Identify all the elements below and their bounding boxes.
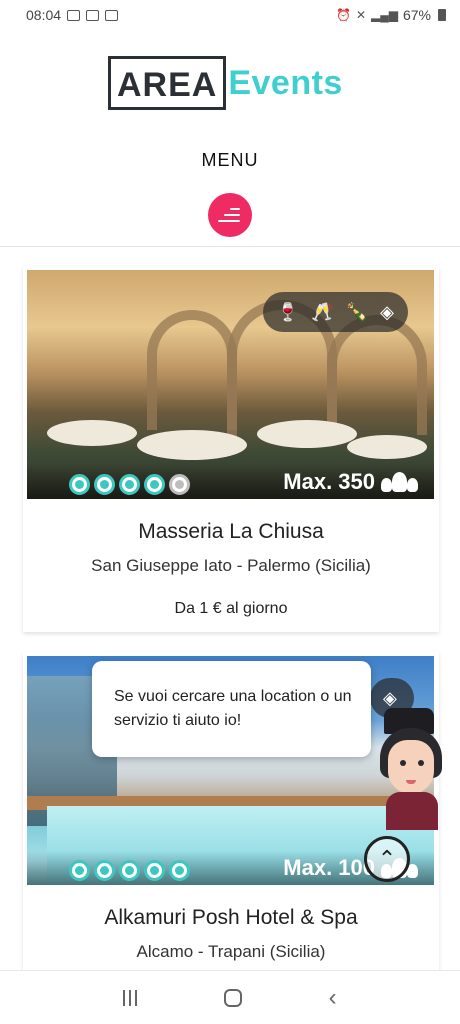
rating-circle-icon bbox=[119, 860, 140, 881]
rating-circle-icon bbox=[144, 474, 165, 495]
diamond-icon: ◈ bbox=[380, 302, 394, 322]
capacity: Max. 350 bbox=[283, 469, 418, 495]
rating-circle-icon bbox=[69, 860, 90, 881]
listing-price: Da 1 € al giorno bbox=[174, 600, 288, 617]
listing-location: San Giuseppe Iato - Palermo (Sicilia) bbox=[91, 556, 371, 575]
logo-area-text: AREA bbox=[108, 56, 227, 110]
menu-label: MENU bbox=[201, 150, 259, 170]
amenities-pill: 🍷 🥂 🍾 ◈ bbox=[262, 292, 408, 332]
rating bbox=[69, 474, 190, 495]
listing-location: Alcamo - Trapani (Sicilia) bbox=[136, 942, 326, 961]
menu-button[interactable] bbox=[208, 193, 252, 237]
battery-percent: 67% bbox=[402, 7, 431, 23]
status-bar: 08:04 ⏰ ✕ ▂▄▆ 67% bbox=[0, 0, 460, 30]
rating bbox=[69, 860, 190, 881]
system-nav-bar: ‹ bbox=[0, 970, 460, 1024]
people-icon bbox=[381, 472, 418, 492]
chat-bubble[interactable]: Se vuoi cercare una location o un serviz… bbox=[92, 661, 371, 757]
header-divider bbox=[0, 246, 460, 247]
rating-circle-icon bbox=[144, 860, 165, 881]
alarm-icon: ⏰ bbox=[335, 8, 351, 22]
gallery-icon bbox=[67, 9, 81, 21]
rating-circle-icon bbox=[169, 860, 190, 881]
rating-circle-icon bbox=[169, 474, 190, 495]
chat-message: Se vuoi cercare una location o un serviz… bbox=[114, 688, 352, 729]
rating-circle-icon bbox=[69, 474, 90, 495]
wine-bottles-icon: 🍾 bbox=[345, 302, 369, 322]
logo-events-text: Events bbox=[228, 63, 343, 102]
venue-photo[interactable]: 🍷 🥂 🍾 ◈ Max. 350 bbox=[27, 270, 434, 499]
capacity-text: Max. 350 bbox=[283, 469, 375, 494]
mail-icon bbox=[86, 9, 100, 21]
recent-apps-button[interactable] bbox=[123, 989, 138, 1006]
wine-glass-icon: 🍷 bbox=[276, 302, 300, 322]
mute-icon: ✕ bbox=[355, 8, 366, 22]
listing-title[interactable]: Masseria La Chiusa bbox=[23, 520, 439, 544]
back-button[interactable]: ‹ bbox=[329, 984, 337, 1012]
listing-card[interactable]: 🍷 🥂 🍾 ◈ Max. 350 Masseria La Chiusa San … bbox=[23, 266, 439, 632]
scroll-to-top-button[interactable]: ⌃ bbox=[364, 836, 410, 882]
battery-icon bbox=[438, 9, 446, 21]
chevron-up-icon: ⌃ bbox=[377, 846, 397, 871]
rating-circle-icon bbox=[94, 474, 115, 495]
capacity-text: Max. 100 bbox=[283, 855, 375, 880]
champagne-glasses-icon: 🥂 bbox=[311, 302, 334, 322]
rating-circle-icon bbox=[94, 860, 115, 881]
home-button[interactable] bbox=[223, 988, 242, 1007]
translate-icon bbox=[105, 9, 119, 21]
rating-circle-icon bbox=[119, 474, 140, 495]
brand-logo[interactable]: AREA Events bbox=[108, 56, 343, 110]
listing-title[interactable]: Alkamuri Posh Hotel & Spa bbox=[23, 906, 439, 930]
clock: 08:04 bbox=[26, 7, 62, 23]
assistant-avatar[interactable] bbox=[372, 700, 454, 830]
signal-icon: ▂▄▆ bbox=[371, 8, 398, 22]
